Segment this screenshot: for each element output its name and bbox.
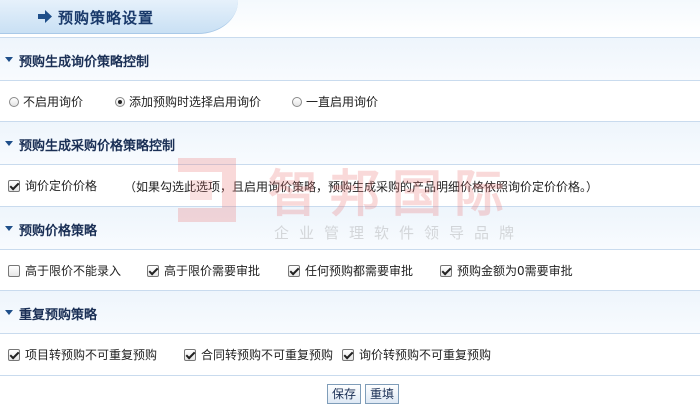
checkbox[interactable] <box>8 348 20 361</box>
save-button[interactable]: 保存 <box>327 384 362 404</box>
section-header-purchase-price[interactable]: 预购生成采购价格策略控制 <box>0 121 700 165</box>
checkbox-contract-no-repeat[interactable]: 合同转预购不可重复预购 <box>184 346 333 363</box>
radio-select-on-add[interactable]: 添加预购时选择启用询价 <box>115 93 261 110</box>
section-header-price-policy[interactable]: 预购价格策略 <box>0 206 700 250</box>
inquiry-options-row: 不启用询价 添加预购时选择启用询价 一直启用询价 <box>0 81 700 121</box>
section-title: 预购生成询价策略控制 <box>19 55 150 70</box>
radio-label: 添加预购时选择启用询价 <box>129 95 262 109</box>
checkbox[interactable] <box>184 348 196 361</box>
checkbox-label: 高于限价不能录入 <box>25 264 122 278</box>
radio-label: 不启用询价 <box>23 95 84 109</box>
checkbox-label: 询价定价价格 <box>25 179 98 193</box>
radio-button[interactable] <box>292 96 302 107</box>
checkbox[interactable] <box>440 264 452 277</box>
checkbox-zero-amount-approval[interactable]: 预购金额为0需要审批 <box>440 262 573 279</box>
section-title: 重复预购策略 <box>19 308 98 323</box>
radio-no-inquiry[interactable]: 不启用询价 <box>9 93 83 110</box>
checkbox-project-no-repeat[interactable]: 项目转预购不可重复预购 <box>8 346 157 363</box>
title-tab: 预购策略设置 <box>0 0 238 34</box>
radio-button[interactable] <box>115 96 125 107</box>
radio-label: 一直启用询价 <box>306 95 379 109</box>
radio-button[interactable] <box>9 96 19 107</box>
checkbox-label: 高于限价需要审批 <box>164 264 261 278</box>
checkbox[interactable] <box>342 348 354 361</box>
purchase-price-row: 询价定价价格 （如果勾选此选项，且启用询价策略，预购生成采购的产品明细价格依照询… <box>0 165 700 205</box>
section-title: 预购生成采购价格策略控制 <box>19 139 176 154</box>
divider <box>0 375 700 376</box>
title-bar: 预购策略设置 <box>0 0 700 35</box>
radio-always-inquiry[interactable]: 一直启用询价 <box>292 93 378 110</box>
reset-button[interactable]: 重填 <box>365 384 400 404</box>
checkbox-label: 合同转预购不可重复预购 <box>201 348 334 362</box>
collapse-triangle-icon[interactable] <box>5 226 13 231</box>
collapse-triangle-icon[interactable] <box>5 57 13 62</box>
page-title: 预购策略设置 <box>58 9 155 27</box>
section-title: 预购价格策略 <box>19 224 98 239</box>
checkbox-over-limit-no-entry[interactable]: 高于限价不能录入 <box>8 262 121 279</box>
arrow-right-icon <box>38 10 52 23</box>
checkbox-label: 询价转预购不可重复预购 <box>359 348 492 362</box>
checkbox-inquiry-price[interactable]: 询价定价价格 <box>8 177 97 194</box>
checkbox-any-approval[interactable]: 任何预购都需要审批 <box>288 262 413 279</box>
checkbox-label: 预购金额为0需要审批 <box>457 264 573 278</box>
checkbox-label: 项目转预购不可重复预购 <box>25 348 158 362</box>
section-header-inquiry[interactable]: 预购生成询价策略控制 <box>0 37 700 81</box>
price-policy-row: 高于限价不能录入 高于限价需要审批 任何预购都需要审批 预购金额为0需要审批 <box>0 250 700 290</box>
checkbox[interactable] <box>8 264 20 277</box>
checkbox[interactable] <box>288 264 300 277</box>
checkbox[interactable] <box>147 264 159 277</box>
checkbox-label: 任何预购都需要审批 <box>305 264 414 278</box>
checkbox-over-limit-approval[interactable]: 高于限价需要审批 <box>147 262 260 279</box>
collapse-triangle-icon[interactable] <box>5 310 13 315</box>
form-buttons: 保存 重填 <box>0 384 700 406</box>
option-note: （如果勾选此选项，且启用询价策略，预购生成采购的产品明细价格依照询价定价价格。） <box>124 180 599 194</box>
checkbox[interactable] <box>8 179 20 192</box>
checkbox-inquiry-no-repeat[interactable]: 询价转预购不可重复预购 <box>342 346 491 363</box>
section-header-repeat-policy[interactable]: 重复预购策略 <box>0 290 700 334</box>
collapse-triangle-icon[interactable] <box>5 141 13 146</box>
repeat-policy-row: 项目转预购不可重复预购 合同转预购不可重复预购 询价转预购不可重复预购 <box>0 334 700 374</box>
